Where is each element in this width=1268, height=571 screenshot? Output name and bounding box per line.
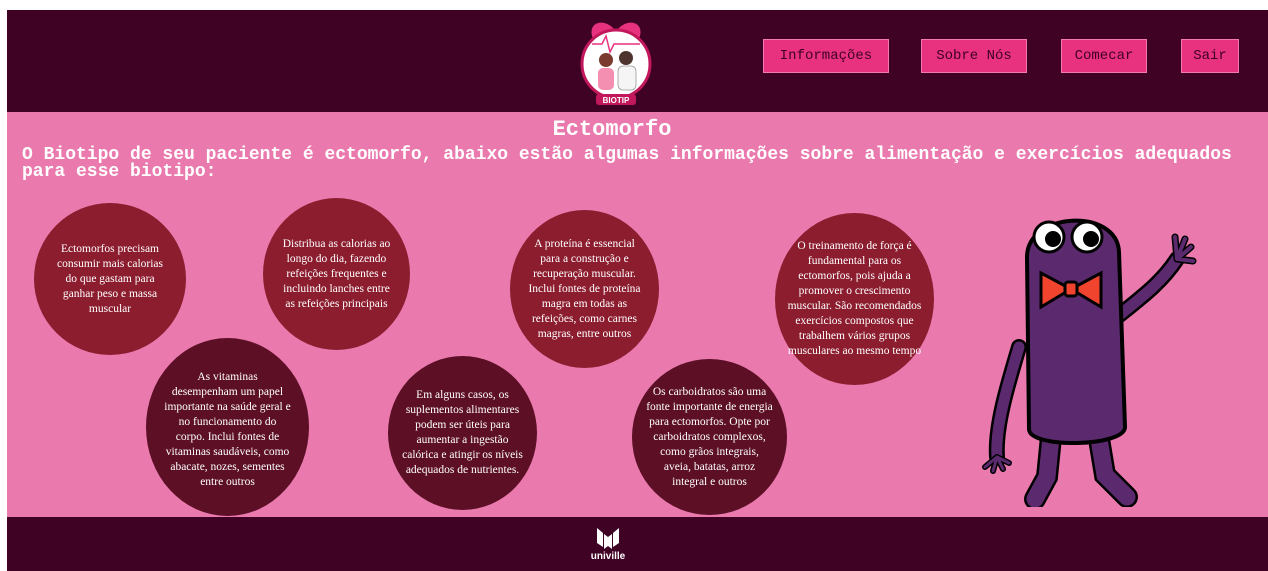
page-subtitle: O Biotipo de seu paciente é ectomorfo, a… xyxy=(22,145,1232,182)
purple-bowtie-mascot-icon xyxy=(982,218,1197,507)
info-card-text: Em alguns casos, os suplementos alimenta… xyxy=(402,389,523,476)
info-card-text: O treinamento de força é fundamental par… xyxy=(787,240,922,357)
info-card-carboidratos: Os carboidratos são uma fonte importante… xyxy=(632,359,787,515)
info-card-calorias: Ectomorfos precisam consumir mais calori… xyxy=(34,203,186,355)
info-card-treinamento: O treinamento de força é fundamental par… xyxy=(775,213,934,385)
page: BIOTIP Informações Sobre Nós Comecar Sai… xyxy=(7,10,1268,571)
logo-text: BIOTIP xyxy=(603,96,630,105)
info-card-vitaminas: As vitaminas desempenham um papel import… xyxy=(146,338,309,516)
univille-logo[interactable]: univille xyxy=(583,525,633,565)
info-card-text: Os carboidratos são uma fonte importante… xyxy=(646,385,773,488)
nav-sobre-nos-button[interactable]: Sobre Nós xyxy=(921,39,1027,73)
info-card-text: Ectomorfos precisam consumir mais calori… xyxy=(56,242,164,315)
nav-comecar-button[interactable]: Comecar xyxy=(1061,39,1147,73)
nav-informacoes-button[interactable]: Informações xyxy=(763,39,889,73)
top-bar: BIOTIP Informações Sobre Nós Comecar Sai… xyxy=(7,10,1268,112)
footer: univille xyxy=(7,517,1268,571)
main-content: Ectomorfo O Biotipo de seu paciente é ec… xyxy=(7,112,1268,517)
biotip-logo-icon[interactable]: BIOTIP xyxy=(578,14,654,106)
nav-sair-button[interactable]: Sair xyxy=(1181,39,1239,73)
page-title: Ectomorfo xyxy=(552,117,672,142)
info-card-suplementos: Em alguns casos, os suplementos alimenta… xyxy=(388,356,537,510)
info-card-proteina: A proteína é essencial para a construção… xyxy=(510,210,659,368)
info-card-text: A proteína é essencial para a construção… xyxy=(528,237,641,340)
info-card-distribuicao: Distribua as calorias ao longo do dia, f… xyxy=(263,198,410,350)
univille-text: univille xyxy=(590,551,626,562)
info-card-text: Distribua as calorias ao longo do dia, f… xyxy=(282,237,391,310)
univille-logo-icon xyxy=(597,528,619,549)
info-card-text: As vitaminas desempenham um papel import… xyxy=(164,371,291,488)
